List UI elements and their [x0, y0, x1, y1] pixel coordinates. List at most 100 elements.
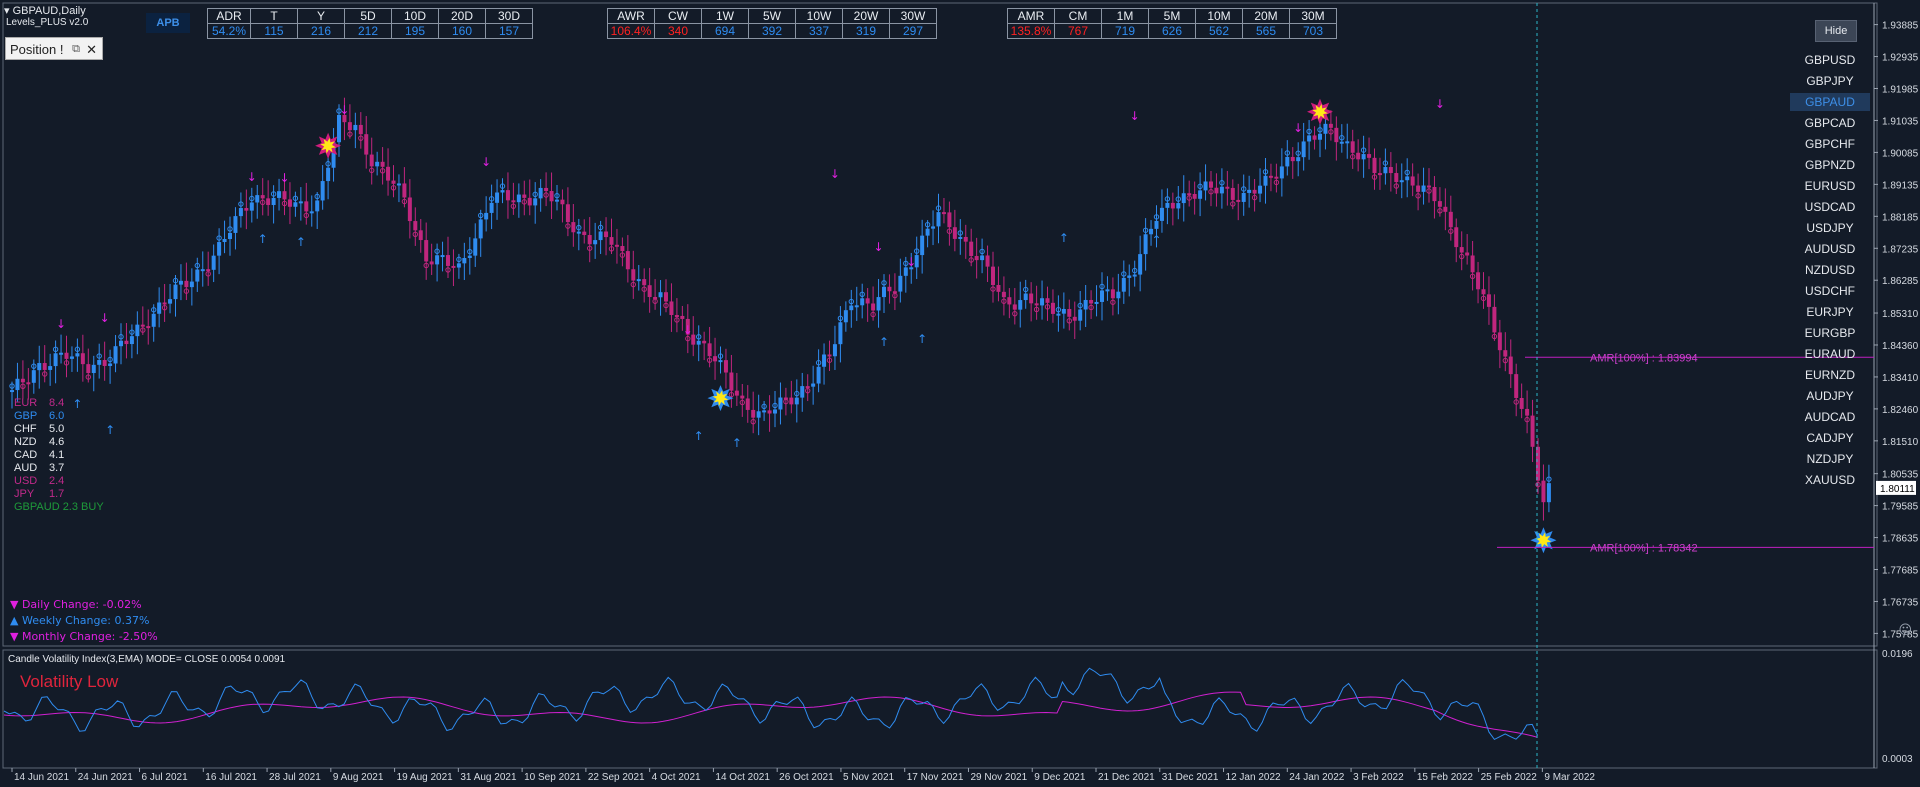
x-tick-label: 28 Jul 2021 [269, 772, 321, 783]
candle-body [778, 397, 783, 410]
candle-body [304, 201, 309, 212]
candle-body [10, 390, 14, 393]
vol-y-label: 0.0003 [1882, 754, 1913, 765]
symbol-audcad-button[interactable]: AUDCAD [1790, 408, 1870, 426]
candle-body [467, 255, 472, 259]
strength-row: JPY 1.7 [14, 488, 64, 501]
symbol-usdchf-button[interactable]: USDCHF [1790, 282, 1870, 300]
awr-value: 319 [842, 23, 890, 39]
candle-body [326, 167, 331, 182]
candle-body [206, 269, 211, 272]
candle-body [353, 124, 358, 131]
candle-body [805, 386, 810, 389]
down-arrow-icon: ↓ [100, 311, 110, 325]
candle-body [1399, 180, 1404, 183]
symbol-usdcad-button[interactable]: USDCAD [1790, 198, 1870, 216]
candle-body [15, 378, 20, 391]
candle-body [424, 240, 429, 262]
dropdown-icon[interactable]: ▾ [4, 5, 10, 17]
candle-body [1045, 298, 1050, 303]
symbol-nzdusd-button[interactable]: NZDUSD [1790, 261, 1870, 279]
candle-body [898, 275, 903, 292]
candle-body [1367, 154, 1372, 158]
hide-button[interactable]: Hide [1815, 20, 1857, 42]
candle-body [484, 212, 489, 220]
symbol-eurjpy-button[interactable]: EURJPY [1790, 303, 1870, 321]
down-arrow-icon: ↓ [830, 167, 840, 181]
candle-body [1345, 141, 1350, 144]
symbol-gbpaud-button[interactable]: GBPAUD [1790, 93, 1870, 111]
amr-table: AMR CM 1M 5M 10M 20M 30M 135.8% 767 719 626 562 565… [1007, 8, 1337, 39]
candle-body [1225, 186, 1230, 189]
apb-button[interactable]: APB [146, 13, 190, 33]
candle-body [822, 354, 827, 367]
down-arrow-icon: ↓ [481, 155, 491, 169]
candle-body [473, 238, 478, 256]
y-tick-label: 1.83410 [1882, 373, 1919, 384]
candle-body [135, 324, 140, 337]
candle-body [1301, 141, 1306, 158]
candle-body [838, 322, 843, 345]
candle-body [249, 202, 254, 211]
y-tick-label: 1.87235 [1882, 244, 1919, 255]
candle-body [958, 236, 963, 239]
position-window[interactable]: Position ! ⧉ ✕ [5, 37, 103, 60]
candle-body [625, 251, 630, 270]
candle-body [751, 409, 756, 418]
candle-body [974, 256, 979, 261]
y-tick-label: 1.84360 [1882, 341, 1919, 352]
symbol-audusd-button[interactable]: AUDUSD [1790, 240, 1870, 258]
symbol-gbpnzd-button[interactable]: GBPNZD [1790, 156, 1870, 174]
x-tick-label: 22 Sep 2021 [588, 772, 645, 783]
candle-body [1083, 299, 1088, 310]
symbol-audjpy-button[interactable]: AUDJPY [1790, 387, 1870, 405]
strength-row: NZD 4.6 [14, 436, 64, 449]
restore-icon[interactable]: ⧉ [72, 38, 80, 61]
awr-header: 5W [748, 8, 796, 24]
symbol-usdjpy-button[interactable]: USDJPY [1790, 219, 1870, 237]
candle-body [1394, 173, 1399, 183]
candle-body [309, 211, 314, 214]
candle-body [1198, 190, 1203, 199]
candle-body [1328, 123, 1333, 128]
candle-body [571, 222, 576, 233]
symbol-euraud-button[interactable]: EURAUD [1790, 345, 1870, 363]
candle-body [1503, 350, 1508, 357]
candle-body [1089, 299, 1094, 304]
symbol-gbpchf-button[interactable]: GBPCHF [1790, 135, 1870, 153]
symbol-xauusd-button[interactable]: XAUUSD [1790, 471, 1870, 489]
candle-body [587, 235, 592, 245]
symbol-nzdjpy-button[interactable]: NZDJPY [1790, 450, 1870, 468]
candle-body [435, 255, 440, 265]
up-arrow-icon: ↑ [732, 436, 742, 450]
candle-body [1159, 207, 1164, 221]
symbol-gbpjpy-button[interactable]: GBPJPY [1790, 72, 1870, 90]
symbol-gbpusd-button[interactable]: GBPUSD [1790, 51, 1870, 69]
candle-body [1170, 202, 1175, 209]
down-arrow-icon: ↓ [683, 323, 693, 337]
amr-level-label: AMR[100%] : 1.83994 [1590, 352, 1698, 364]
candle-body [1165, 202, 1170, 208]
amr-value: 565 [1242, 23, 1290, 39]
down-arrow-icon: ↓ [906, 255, 916, 269]
candle-body [1181, 193, 1186, 204]
candle-body [418, 230, 423, 241]
close-icon[interactable]: ✕ [86, 38, 97, 61]
amr-value: 767 [1054, 23, 1102, 39]
symbol-eurusd-button[interactable]: EURUSD [1790, 177, 1870, 195]
x-tick-label: 4 Oct 2021 [652, 772, 701, 783]
symbol-eurgbp-button[interactable]: EURGBP [1790, 324, 1870, 342]
candle-body [816, 366, 821, 384]
candle-body [1192, 193, 1197, 199]
symbol-gbpcad-button[interactable]: GBPCAD [1790, 114, 1870, 132]
strength-value: 8.4 [49, 397, 65, 409]
candle-body [843, 310, 848, 323]
x-tick-label: 15 Feb 2022 [1417, 772, 1474, 783]
adr-value: 157 [485, 23, 533, 39]
candle-body [1546, 483, 1551, 503]
candle-body [113, 346, 118, 364]
symbol-eurnzd-button[interactable]: EURNZD [1790, 366, 1870, 384]
symbol-cadjpy-button[interactable]: CADJPY [1790, 429, 1870, 447]
x-tick-label: 24 Jun 2021 [78, 772, 133, 783]
candle-body [887, 286, 892, 292]
